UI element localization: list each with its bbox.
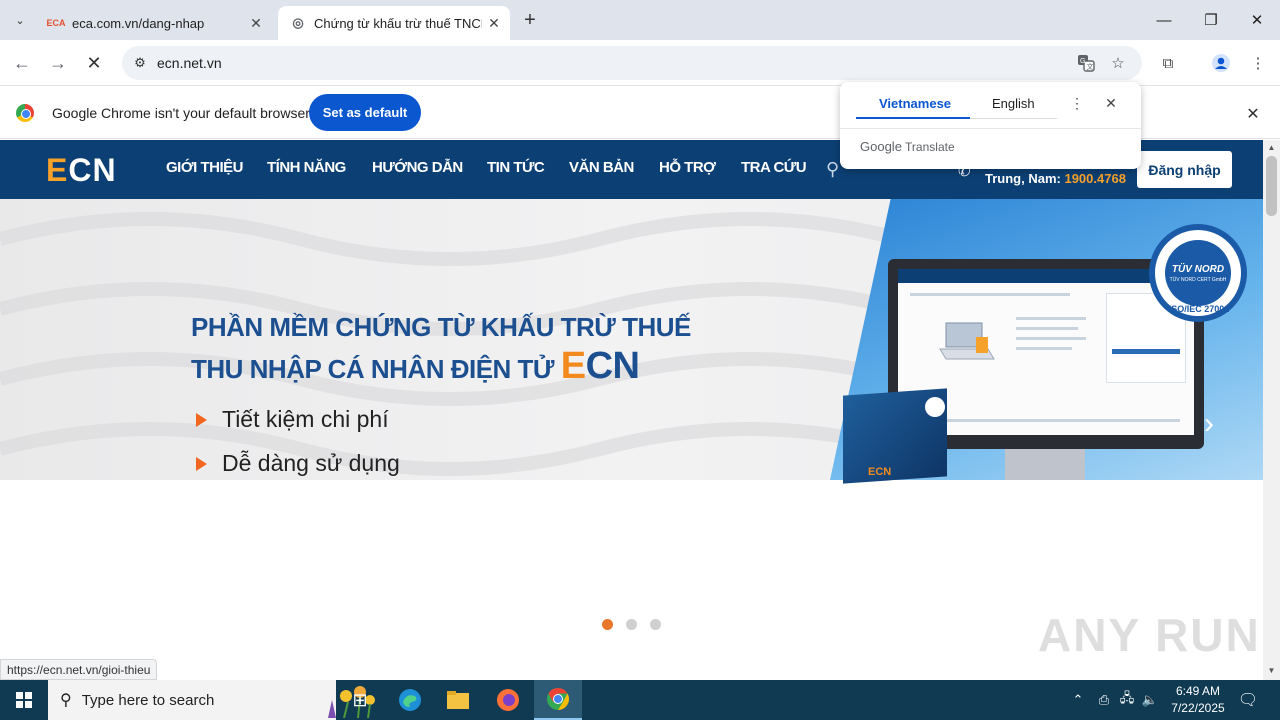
site-info-icon[interactable]: ⚙ xyxy=(128,51,152,75)
tab-ecn[interactable]: ◎ Chứng từ khấu trừ thuế TNCN điện tử ✕ xyxy=(278,6,510,40)
show-hidden-icons-icon[interactable]: ⌃ xyxy=(1068,680,1088,720)
chrome-taskbar-icon[interactable] xyxy=(534,680,582,720)
translate-icon[interactable]: G文 xyxy=(1074,51,1098,75)
menu-gioi-thieu[interactable]: GIỚI THIỆU xyxy=(166,159,243,176)
svg-text:G: G xyxy=(1080,58,1085,65)
tab-title: Chứng từ khấu trừ thuế TNCN điện tử xyxy=(314,15,482,31)
device-icon[interactable]: ⎙ xyxy=(1094,680,1114,720)
google-translate-label: Google Translate xyxy=(860,139,955,154)
tab-strip: ⌄ ECA eca.com.vn/dang-nhap ✕ ◎ Chứng từ … xyxy=(0,0,1280,40)
tab-title: eca.com.vn/dang-nhap xyxy=(72,15,205,31)
scroll-up-arrow-icon[interactable]: ▲ xyxy=(1266,143,1277,153)
selected-tab-underline xyxy=(856,117,970,119)
scroll-down-arrow-icon[interactable]: ▼ xyxy=(1266,666,1277,676)
close-translate-popup-icon[interactable]: ✕ xyxy=(1102,94,1120,112)
chrome-logo-icon xyxy=(16,104,34,122)
close-infobar-icon[interactable]: ✕ xyxy=(1242,103,1264,125)
search-icon[interactable]: ⚲ xyxy=(826,159,839,180)
carousel-dot[interactable] xyxy=(650,619,661,630)
edge-icon[interactable] xyxy=(386,680,434,720)
menu-tinh-nang[interactable]: TÍNH NĂNG xyxy=(267,159,346,176)
minimize-icon[interactable]: — xyxy=(1141,0,1187,40)
network-icon[interactable]: 🖧 xyxy=(1117,680,1137,720)
hotline: Trung, Nam: 1900.4768 xyxy=(985,171,1126,186)
banner-headline-line2: THU NHẬP CÁ NHÂN ĐIỆN TỬ ECN xyxy=(191,345,640,387)
notifications-icon[interactable]: 🗨 xyxy=(1236,680,1260,720)
globe-icon: ◎ xyxy=(292,15,304,30)
set-as-default-button[interactable]: Set as default xyxy=(309,94,421,131)
menu-huong-dan[interactable]: HƯỚNG DẪN xyxy=(372,159,463,176)
infobar-text: Google Chrome isn't your default browser xyxy=(52,105,310,121)
translate-popup: Vietnamese English ⋮ ✕ Google Translate xyxy=(840,82,1141,169)
anyrun-watermark: ANY RUN xyxy=(1038,609,1261,661)
translate-tab-english[interactable]: English xyxy=(992,96,1035,111)
banner-bullet: Dễ dàng sử dụng xyxy=(196,450,400,477)
page-scrollbar[interactable]: ▲ ▼ xyxy=(1263,140,1280,680)
eca-favicon: ECA xyxy=(46,18,66,28)
menu-van-ban[interactable]: VĂN BẢN xyxy=(569,159,634,176)
close-tab-icon[interactable]: ✕ xyxy=(482,11,506,35)
url-text[interactable]: ecn.net.vn xyxy=(157,55,222,71)
close-tab-icon[interactable]: ✕ xyxy=(244,11,268,35)
login-button[interactable]: Đăng nhập xyxy=(1137,151,1232,188)
monitor-stand xyxy=(1005,449,1085,480)
volume-icon[interactable]: 🔈 xyxy=(1140,680,1160,720)
close-window-icon[interactable]: ✕ xyxy=(1234,0,1280,40)
restore-icon[interactable]: ❐ xyxy=(1188,0,1234,40)
address-bar[interactable]: ⚙ ecn.net.vn G文 ☆ xyxy=(122,46,1142,80)
menu-tra-cuu[interactable]: TRA CỨU xyxy=(741,159,807,176)
bookmark-star-icon[interactable]: ☆ xyxy=(1106,51,1130,75)
translate-tab-vietnamese[interactable]: Vietnamese xyxy=(879,96,951,111)
file-explorer-icon[interactable] xyxy=(434,680,482,720)
taskbar-search-placeholder: Type here to search xyxy=(81,691,215,709)
profile-icon[interactable] xyxy=(1208,50,1234,76)
banner-bullet: Tiết kiệm chi phí xyxy=(196,406,389,433)
taskbar-clock[interactable]: 6:49 AM 7/22/2025 xyxy=(1160,683,1236,717)
carousel-dot-active[interactable] xyxy=(602,619,613,630)
carousel-dot[interactable] xyxy=(626,619,637,630)
link-status-bar: https://ecn.net.vn/gioi-thieu xyxy=(0,659,158,680)
browser-toolbar: ← → ✕ ⚙ ecn.net.vn G文 ☆ ⧉ ⋮ xyxy=(0,40,1280,86)
back-icon[interactable]: ← xyxy=(7,48,37,78)
scroll-thumb[interactable] xyxy=(1266,156,1277,216)
tab-eca[interactable]: ECA eca.com.vn/dang-nhap ✕ xyxy=(36,6,272,40)
banner-ecn-brand: ECN xyxy=(560,345,640,387)
svg-text:文: 文 xyxy=(1087,62,1094,71)
translate-options-kebab-icon[interactable]: ⋮ xyxy=(1068,94,1086,112)
ecn-logo[interactable]: ECN xyxy=(46,152,117,189)
windows-taskbar: ⚲ Type here to search ⊞ ⌃ ⎙ 🖧 🔈 6:49 AM … xyxy=(0,680,1280,720)
search-icon: ⚲ xyxy=(60,692,72,709)
menu-tin-tuc[interactable]: TIN TỨC xyxy=(487,159,545,176)
tab-search-chevron-icon[interactable]: ⌄ xyxy=(8,8,32,32)
firefox-icon[interactable] xyxy=(484,680,532,720)
carousel-next-arrow-icon[interactable]: › xyxy=(1204,407,1214,441)
taskbar-search-box[interactable]: ⚲ Type here to search xyxy=(48,680,375,720)
stop-loading-icon[interactable]: ✕ xyxy=(79,48,109,78)
box-label: ECN xyxy=(868,466,892,478)
task-view-icon[interactable]: ⊞ xyxy=(336,680,384,720)
tuv-nord-certificate-badge: TÜV NORD TÜV NORD CERT GmbH ISO/IEC 2700… xyxy=(1149,224,1247,322)
banner-headline-line1: PHẦN MỀM CHỨNG TỪ KHẤU TRỪ THUẾ xyxy=(191,312,691,342)
new-tab-icon[interactable]: + xyxy=(518,8,542,32)
triangle-bullet-icon xyxy=(196,412,207,427)
menu-ho-tro[interactable]: HỖ TRỢ xyxy=(659,159,716,176)
forward-icon[interactable]: → xyxy=(43,48,73,78)
triangle-bullet-icon xyxy=(196,456,207,471)
start-button[interactable] xyxy=(0,680,48,720)
extensions-icon[interactable]: ⧉ xyxy=(1155,50,1181,76)
menu-kebab-icon[interactable]: ⋮ xyxy=(1245,50,1271,76)
windows-logo-icon xyxy=(16,692,32,708)
box-seal-icon xyxy=(925,397,945,417)
